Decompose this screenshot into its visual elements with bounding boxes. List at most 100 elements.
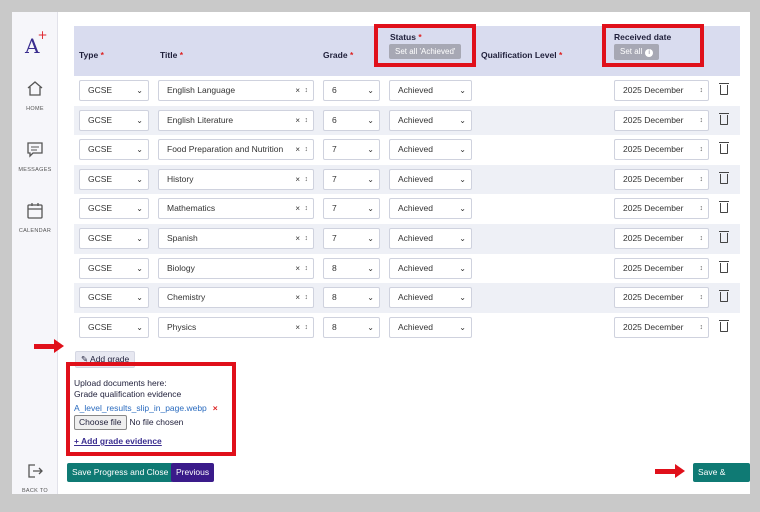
status-highlight-box — [374, 24, 476, 67]
status-select[interactable]: Achieved ⌄ — [389, 168, 472, 190]
title-select[interactable]: History × ↕ — [158, 168, 314, 190]
calendar-icon — [27, 203, 43, 219]
chevron-down-icon: ⌄ — [459, 115, 466, 125]
logout-icon — [28, 464, 43, 478]
received-date-select[interactable]: 2025 December ↕ — [614, 80, 709, 101]
status-select[interactable]: Achieved ⌄ — [389, 287, 472, 309]
chevron-down-icon: ⌄ — [367, 263, 374, 273]
clear-icon[interactable]: × — [295, 199, 300, 218]
nav-home-label: HOME — [26, 106, 44, 112]
clear-icon[interactable]: × — [295, 318, 300, 337]
updown-icon: ↕ — [304, 116, 309, 124]
received-date-select[interactable]: 2025 December ↕ — [614, 139, 709, 161]
trash-icon[interactable] — [719, 319, 729, 332]
title-select[interactable]: English Literature × ↕ — [158, 109, 314, 131]
title-select[interactable]: Food Preparation and Nutrition × ↕ — [158, 139, 314, 161]
status-select[interactable]: Achieved ⌄ — [389, 316, 472, 338]
type-select[interactable]: GCSE ⌄ — [79, 198, 149, 220]
app-logo[interactable]: A+ — [25, 28, 50, 58]
title-select[interactable]: Physics × ↕ — [158, 316, 314, 338]
trash-icon[interactable] — [719, 201, 729, 214]
received-date-select[interactable]: 2025 December ↕ — [614, 168, 709, 190]
updown-icon: ↕ — [699, 205, 704, 213]
clear-icon[interactable]: × — [295, 229, 300, 248]
chevron-down-icon: ⌄ — [136, 263, 143, 273]
grade-select[interactable]: 6 ⌄ — [323, 109, 380, 131]
updown-icon: ↕ — [699, 294, 704, 302]
nav-messages[interactable]: MESSAGES — [12, 141, 58, 173]
evidence-highlight-box — [66, 362, 236, 456]
updown-icon: ↕ — [699, 235, 704, 242]
clear-icon[interactable]: × — [295, 81, 300, 100]
nav-back[interactable]: BACK TO — [12, 463, 58, 494]
title-select[interactable]: Chemistry × ↕ — [158, 287, 314, 309]
status-select[interactable]: Achieved ⌄ — [389, 139, 472, 161]
grade-select[interactable]: 6 ⌄ — [323, 80, 380, 101]
status-select[interactable]: Achieved ⌄ — [389, 228, 472, 249]
header-qualification-level: Qualification Level * — [481, 50, 563, 60]
chevron-down-icon: ⌄ — [459, 322, 466, 332]
title-select[interactable]: Biology × ↕ — [158, 257, 314, 279]
clear-icon[interactable]: × — [295, 140, 300, 159]
status-select[interactable]: Achieved ⌄ — [389, 109, 472, 131]
title-select[interactable]: English Language × ↕ — [158, 80, 314, 101]
save-progress-close-button[interactable]: Save Progress and Close — [67, 463, 174, 482]
grade-select[interactable]: 8 ⌄ — [323, 287, 380, 309]
grade-select[interactable]: 7 ⌄ — [323, 228, 380, 249]
grade-select[interactable]: 7 ⌄ — [323, 168, 380, 190]
title-select[interactable]: Spanish × ↕ — [158, 228, 314, 249]
table-row: GCSE ⌄ Physics × ↕ 8 ⌄ Achieved ⌄ 2025 December ↕ — [74, 313, 740, 343]
chevron-down-icon: ⌄ — [459, 174, 466, 184]
trash-icon[interactable] — [719, 142, 729, 155]
clear-icon[interactable]: × — [295, 170, 300, 189]
received-date-select[interactable]: 2025 December ↕ — [614, 228, 709, 249]
table-row: GCSE ⌄ Mathematics × ↕ 7 ⌄ Achieved ⌄ 2025 Decemb… — [74, 194, 740, 224]
trash-icon[interactable] — [719, 260, 729, 273]
updown-icon: ↕ — [699, 175, 704, 183]
grade-select[interactable]: 8 ⌄ — [323, 316, 380, 338]
type-select[interactable]: GCSE ⌄ — [79, 287, 149, 309]
status-select[interactable]: Achieved ⌄ — [389, 257, 472, 279]
save-next-button[interactable]: Save & Next — [693, 463, 750, 496]
grade-select[interactable]: 7 ⌄ — [323, 198, 380, 220]
previous-button[interactable]: Previous — [171, 463, 215, 482]
status-select[interactable]: Achieved ⌄ — [389, 80, 472, 101]
grade-select[interactable]: 7 ⌄ — [323, 139, 380, 161]
trash-icon[interactable] — [719, 290, 729, 303]
chevron-down-icon: ⌄ — [459, 145, 466, 155]
received-date-select[interactable]: 2025 December ↕ — [614, 287, 709, 309]
type-select[interactable]: GCSE ⌄ — [79, 316, 149, 338]
type-select[interactable]: GCSE ⌄ — [79, 168, 149, 190]
table-row: GCSE ⌄ Spanish × ↕ 7 ⌄ Achieved ⌄ 2025 December ↕ — [74, 224, 740, 254]
clear-icon[interactable]: × — [295, 288, 300, 307]
nav-home[interactable]: HOME — [12, 80, 58, 112]
nav-calendar[interactable]: CALENDAR — [12, 202, 58, 234]
clear-icon[interactable]: × — [295, 259, 300, 278]
chevron-down-icon: ⌄ — [459, 234, 466, 243]
received-date-select[interactable]: 2025 December ↕ — [614, 109, 709, 131]
table-row: GCSE ⌄ English Literature × ↕ 6 ⌄ Achieved ⌄ 2025… — [74, 105, 740, 136]
received-date-select[interactable]: 2025 December ↕ — [614, 316, 709, 338]
trash-icon[interactable] — [719, 112, 729, 125]
type-select[interactable]: GCSE ⌄ — [79, 80, 149, 101]
type-select[interactable]: GCSE ⌄ — [79, 228, 149, 249]
title-select[interactable]: Mathematics × ↕ — [158, 198, 314, 220]
trash-icon[interactable] — [719, 231, 729, 243]
trash-icon[interactable] — [719, 83, 729, 95]
add-grade-arrow — [34, 339, 64, 353]
received-date-select[interactable]: 2025 December ↕ — [614, 257, 709, 279]
status-select[interactable]: Achieved ⌄ — [389, 198, 472, 220]
type-select[interactable]: GCSE ⌄ — [79, 139, 149, 161]
chevron-down-icon: ⌄ — [136, 145, 143, 155]
table-row: GCSE ⌄ History × ↕ 7 ⌄ Achieved ⌄ 2025 December ↕ — [74, 164, 740, 195]
type-select[interactable]: GCSE ⌄ — [79, 257, 149, 279]
type-select[interactable]: GCSE ⌄ — [79, 109, 149, 131]
chevron-down-icon: ⌄ — [367, 204, 374, 214]
trash-icon[interactable] — [719, 171, 729, 184]
received-date-select[interactable]: 2025 December ↕ — [614, 198, 709, 220]
clear-icon[interactable]: × — [295, 111, 300, 130]
chevron-down-icon: ⌄ — [136, 115, 143, 125]
chevron-down-icon: ⌄ — [367, 322, 374, 332]
grade-select[interactable]: 8 ⌄ — [323, 257, 380, 279]
updown-icon: ↕ — [304, 146, 309, 154]
